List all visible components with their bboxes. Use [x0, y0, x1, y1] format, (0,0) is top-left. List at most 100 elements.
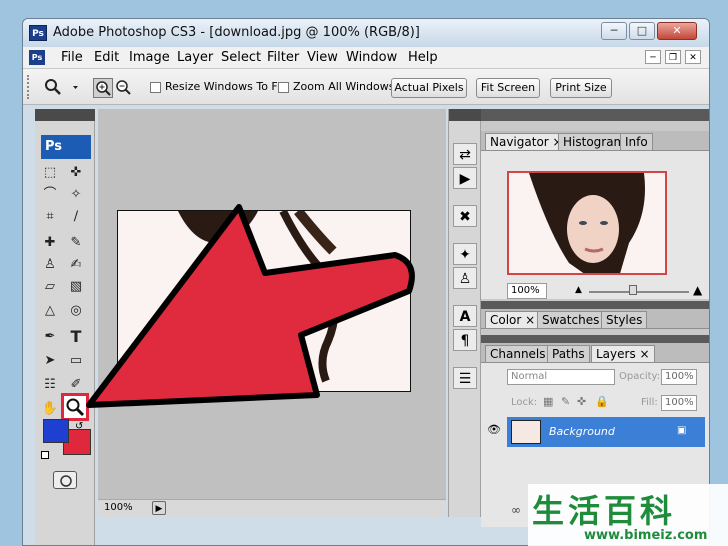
color-group-header[interactable]: [481, 301, 709, 309]
foreground-color-swatch[interactable]: [43, 419, 69, 443]
opacity-label: Opacity:: [619, 371, 661, 382]
paragraph-panel-icon[interactable]: ¶: [453, 329, 477, 351]
history-panel-icon[interactable]: ⇄: [453, 143, 477, 165]
menu-help[interactable]: Help: [408, 50, 438, 65]
crop-tool-icon[interactable]: ⌗: [39, 207, 61, 227]
zoom-out-mountain-icon[interactable]: ▲: [575, 285, 582, 295]
tool-presets-panel-icon[interactable]: ✖: [453, 205, 477, 227]
blur-tool-icon[interactable]: △: [39, 301, 61, 321]
menu-bar: Ps File Edit Image Layer Select Filter V…: [23, 47, 709, 69]
clone-stamp-tool-icon[interactable]: ♙: [39, 255, 61, 275]
brushes-panel-icon[interactable]: ✦: [453, 243, 477, 265]
layers-tab-bar: Channels Paths Layers ×: [481, 343, 709, 363]
layer-row-background[interactable]: 👁 Background ▣: [487, 417, 705, 447]
lock-image-icon[interactable]: ✎: [561, 395, 570, 408]
tab-layers[interactable]: Layers ×: [591, 345, 655, 362]
menu-filter[interactable]: Filter: [267, 50, 299, 65]
title-bar: Ps Adobe Photoshop CS3 - [download.jpg @…: [23, 19, 709, 47]
layer-comps-panel-icon[interactable]: ☰: [453, 367, 477, 389]
panel-column-header[interactable]: [481, 109, 709, 121]
layer-lock-icon: ▣: [677, 425, 687, 436]
layer-name[interactable]: Background: [549, 425, 615, 438]
healing-brush-tool-icon[interactable]: ✚: [39, 233, 61, 253]
toolbox-header[interactable]: [35, 109, 95, 121]
move-tool-icon[interactable]: ✜: [65, 163, 87, 183]
layer-visibility-eye-icon[interactable]: 👁: [485, 423, 503, 439]
navigator-slider-thumb[interactable]: [629, 285, 637, 295]
actions-panel-icon[interactable]: ▶: [453, 167, 477, 189]
document-icon: Ps: [29, 50, 45, 65]
watermark: 生活百科 www.bimeiz.com: [528, 484, 728, 546]
status-bar: 100% ▶: [98, 499, 446, 517]
tab-styles[interactable]: Styles: [601, 311, 648, 328]
tab-color[interactable]: Color ×: [485, 311, 541, 328]
tab-navigator[interactable]: Navigator ×: [485, 133, 568, 150]
pen-tool-icon[interactable]: ✒: [39, 327, 61, 347]
print-size-button[interactable]: Print Size: [550, 78, 612, 98]
navigator-zoom-field[interactable]: 100%: [507, 283, 547, 299]
default-colors-icon[interactable]: [41, 451, 49, 459]
lock-label: Lock:: [511, 397, 538, 408]
layers-group-header[interactable]: [481, 335, 709, 343]
panel-dock: ⇄ ▶ ✖ ✦ ♙ A ¶ ☰: [448, 109, 482, 517]
zoom-all-windows-checkbox[interactable]: [278, 82, 289, 93]
path-selection-tool-icon[interactable]: ➤: [39, 351, 61, 371]
quick-mask-button[interactable]: [53, 471, 77, 489]
fit-screen-button[interactable]: Fit Screen: [476, 78, 540, 98]
fill-field[interactable]: 100%: [661, 395, 697, 411]
tab-navigator-label: Navigator: [490, 135, 549, 149]
zoom-in-mountain-icon[interactable]: ▲: [693, 283, 702, 297]
menu-edit[interactable]: Edit: [94, 50, 119, 65]
minimize-button[interactable]: ─: [601, 22, 627, 40]
tab-info[interactable]: Info: [620, 133, 653, 150]
tab-paths[interactable]: Paths: [547, 345, 590, 362]
opacity-field[interactable]: 100%: [661, 369, 697, 385]
navigator-zoom-slider[interactable]: [589, 291, 689, 293]
close-button[interactable]: ✕: [657, 22, 697, 40]
menu-image[interactable]: Image: [129, 50, 170, 65]
clone-source-panel-icon[interactable]: ♙: [453, 267, 477, 289]
tab-swatches[interactable]: Swatches: [537, 311, 605, 328]
zoom-out-button[interactable]: [114, 78, 134, 98]
eraser-tool-icon[interactable]: ▱: [39, 277, 61, 297]
color-tab-bar: Color × Swatches Styles: [481, 309, 709, 329]
doc-restore-button[interactable]: ❐: [665, 50, 681, 64]
magnifier-icon: [45, 79, 78, 95]
navigator-preview[interactable]: [507, 171, 667, 275]
marquee-tool-icon[interactable]: ⬚: [39, 163, 61, 183]
lock-transparent-icon[interactable]: ▦: [543, 395, 553, 408]
hand-tool-icon[interactable]: ✋: [39, 399, 61, 419]
menu-layer[interactable]: Layer: [177, 50, 213, 65]
actual-pixels-button[interactable]: Actual Pixels: [391, 78, 467, 98]
blend-mode-select[interactable]: Normal: [507, 369, 615, 385]
status-menu-icon[interactable]: ▶: [152, 501, 166, 515]
menu-view[interactable]: View: [307, 50, 338, 65]
navigator-tab-bar: Navigator × Histogram Info: [481, 131, 709, 151]
lock-position-icon[interactable]: ✜: [577, 395, 586, 408]
doc-minimize-button[interactable]: ─: [645, 50, 661, 64]
resize-windows-checkbox[interactable]: [150, 82, 161, 93]
canvas-zoom-level[interactable]: 100%: [104, 502, 133, 513]
menu-select[interactable]: Select: [221, 50, 261, 65]
lasso-tool-icon[interactable]: ⌒: [39, 185, 61, 205]
zoom-in-button[interactable]: [93, 78, 113, 98]
tool-preset-picker[interactable]: [41, 76, 87, 98]
watermark-chinese-text: 生活百科: [532, 492, 677, 530]
tab-channels[interactable]: Channels: [485, 345, 551, 362]
lock-all-icon[interactable]: 🔒: [595, 395, 609, 408]
menu-file[interactable]: File: [61, 50, 83, 65]
window-title: Adobe Photoshop CS3 - [download.jpg @ 10…: [53, 25, 420, 40]
notes-tool-icon[interactable]: ☷: [39, 375, 61, 395]
dock-header[interactable]: [449, 109, 482, 121]
doc-close-button[interactable]: ✕: [685, 50, 701, 64]
character-panel-icon[interactable]: A: [453, 305, 477, 327]
menu-window[interactable]: Window: [346, 50, 397, 65]
grip-handle[interactable]: [27, 75, 33, 99]
watermark-url: www.bimeiz.com: [584, 528, 708, 543]
toolbox-logo: Ps: [41, 135, 91, 159]
zoom-all-windows-label: Zoom All Windows: [293, 80, 395, 93]
red-pointer-arrow-icon: [86, 204, 415, 408]
link-layers-icon[interactable]: ∞: [511, 503, 521, 517]
restore-button[interactable]: □: [629, 22, 655, 40]
zoom-in-icon: [96, 81, 111, 96]
